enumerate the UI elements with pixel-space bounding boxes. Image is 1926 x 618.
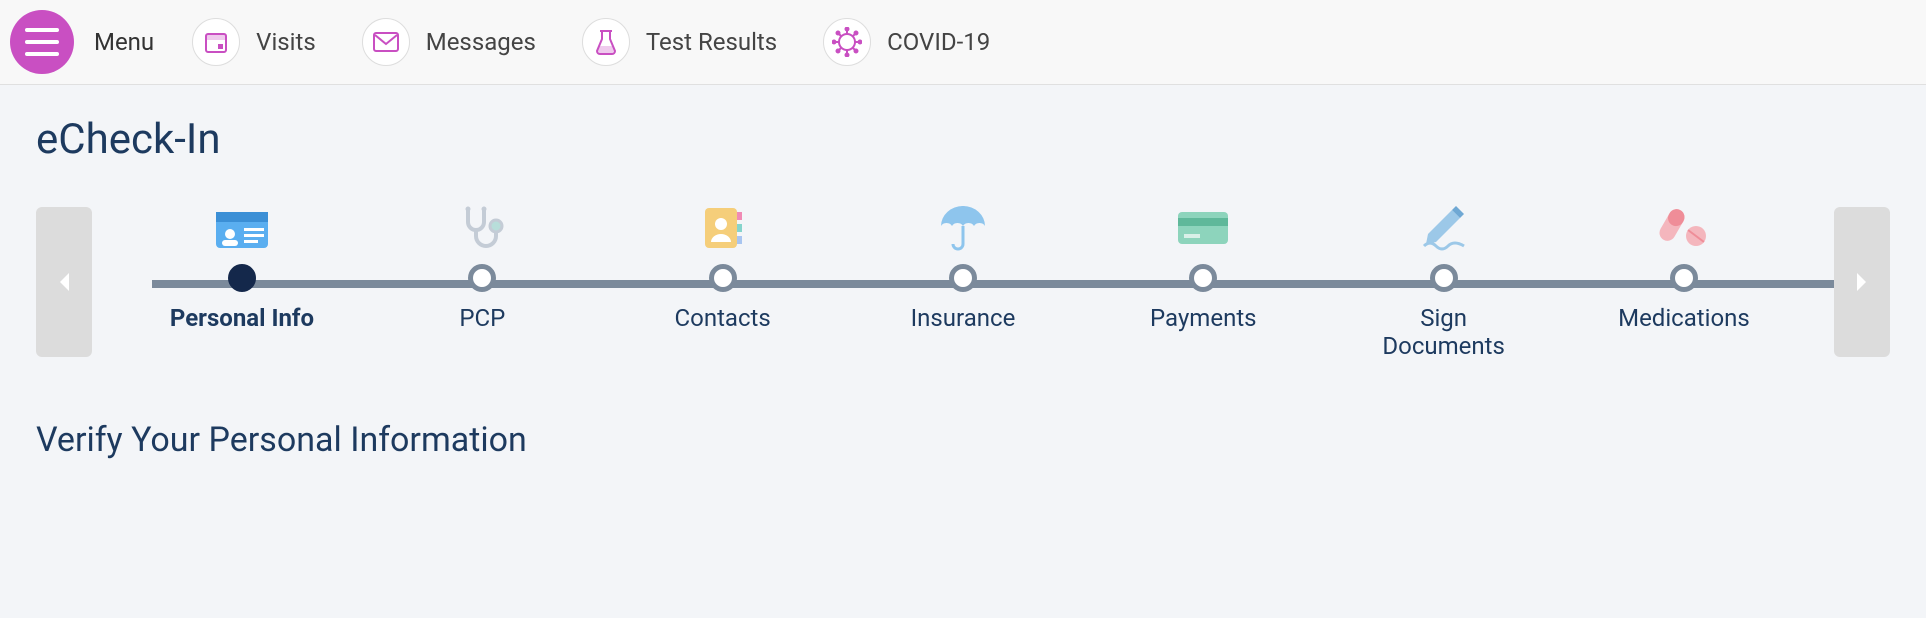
- umbrella-icon: [935, 204, 991, 252]
- step-dot: [1430, 264, 1458, 292]
- step-label: Sign Documents: [1364, 304, 1524, 360]
- credit-card-icon: [1175, 204, 1231, 252]
- step-sign-documents[interactable]: Sign Documents: [1354, 204, 1534, 360]
- step-label: PCP: [459, 304, 505, 332]
- virus-icon: [823, 18, 871, 66]
- step-label: Payments: [1150, 304, 1257, 332]
- step-label: Personal Info: [170, 304, 314, 332]
- step-contacts[interactable]: Contacts: [633, 204, 813, 360]
- step-label: Contacts: [675, 304, 771, 332]
- stepper-track: Personal Info PCP: [92, 204, 1834, 360]
- calendar-icon: [192, 18, 240, 66]
- step-dot: [468, 264, 496, 292]
- step-payments[interactable]: Payments: [1113, 204, 1293, 360]
- nav-item-visits[interactable]: Visits: [184, 14, 324, 70]
- step-dot: [949, 264, 977, 292]
- signature-icon: [1416, 204, 1472, 252]
- nav-item-label: Messages: [426, 28, 536, 56]
- id-card-icon: [214, 204, 270, 252]
- step-dot: [228, 264, 256, 292]
- stepper: Personal Info PCP: [36, 204, 1890, 360]
- stepper-next-button[interactable]: [1834, 207, 1890, 357]
- nav-item-label: COVID-19: [887, 28, 990, 56]
- flask-icon: [582, 18, 630, 66]
- hamburger-icon: [25, 28, 59, 56]
- section-title: Verify Your Personal Information: [36, 420, 1890, 460]
- stethoscope-icon: [454, 204, 510, 252]
- nav-item-label: Test Results: [646, 28, 777, 56]
- nav-item-test-results[interactable]: Test Results: [574, 14, 785, 70]
- top-nav: Menu Visits Messages Test: [0, 0, 1926, 85]
- step-dot: [1670, 264, 1698, 292]
- chevron-right-icon: [1852, 270, 1872, 294]
- step-insurance[interactable]: Insurance: [873, 204, 1053, 360]
- nav-item-messages[interactable]: Messages: [354, 14, 544, 70]
- envelope-icon: [362, 18, 410, 66]
- nav-item-covid[interactable]: COVID-19: [815, 14, 998, 70]
- step-label: Insurance: [911, 304, 1016, 332]
- step-pcp[interactable]: PCP: [392, 204, 572, 360]
- nav-item-label: Visits: [256, 28, 316, 56]
- content-area: eCheck-In: [0, 85, 1926, 490]
- step-dot: [709, 264, 737, 292]
- stepper-prev-button[interactable]: [36, 207, 92, 357]
- step-dot: [1189, 264, 1217, 292]
- pills-icon: [1656, 204, 1712, 252]
- page-title: eCheck-In: [36, 115, 1890, 164]
- menu-label[interactable]: Menu: [94, 28, 154, 56]
- chevron-left-icon: [54, 270, 74, 294]
- menu-button[interactable]: [10, 10, 74, 74]
- address-book-icon: [695, 204, 751, 252]
- step-label: Medications: [1618, 304, 1750, 332]
- step-medications[interactable]: Medications: [1594, 204, 1774, 360]
- step-personal-info[interactable]: Personal Info: [152, 204, 332, 360]
